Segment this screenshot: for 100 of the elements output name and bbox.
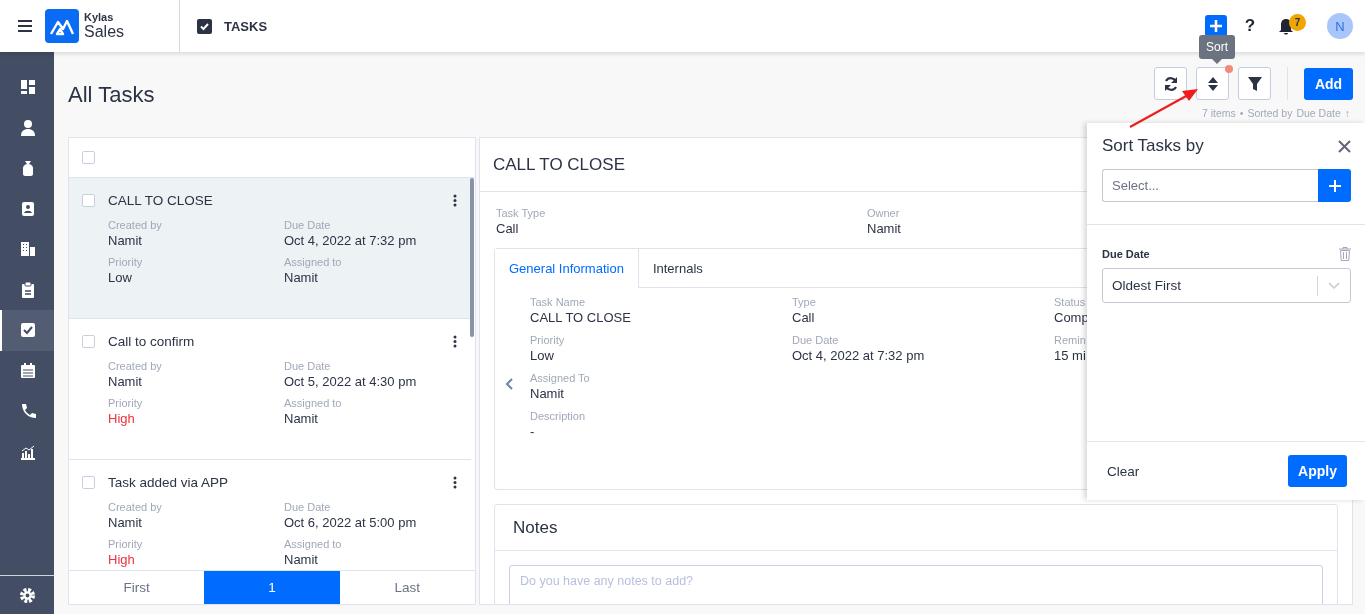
task-title: CALL TO CLOSE — [108, 193, 213, 208]
field-label: Due Date — [284, 501, 332, 513]
close-icon[interactable] — [1338, 139, 1351, 153]
bell-icon[interactable] — [1278, 18, 1294, 36]
sort-order-dropdown[interactable]: Oldest First — [1102, 268, 1351, 303]
dashboard-icon — [19, 78, 37, 97]
field-value: Namit — [108, 515, 143, 530]
field-value: High — [108, 552, 136, 567]
task-checkbox[interactable] — [82, 476, 95, 489]
sort-field: Due Date — [1296, 107, 1341, 119]
kebab-menu-icon[interactable] — [453, 476, 457, 489]
field-label: Priority — [108, 538, 144, 550]
panel-title: Sort Tasks by — [1102, 136, 1204, 156]
task-title: Call to confirm — [108, 334, 195, 349]
field-label: Created by — [108, 360, 163, 372]
page-title: All Tasks — [68, 81, 155, 108]
separator-dot: • — [1239, 107, 1244, 119]
field-value: Oct 6, 2022 at 5:00 pm — [284, 515, 418, 530]
field-label: Assigned to — [284, 256, 343, 268]
field-label: Priority — [108, 397, 144, 409]
apply-button[interactable]: Apply — [1288, 455, 1347, 487]
notes-input[interactable]: Do you have any notes to add? — [509, 565, 1323, 604]
field-value: Call — [496, 221, 520, 236]
help-button[interactable]: ? — [1240, 16, 1260, 36]
sort-field-select[interactable]: Select... — [1102, 169, 1318, 202]
calendar-icon — [19, 361, 37, 380]
filter-icon — [1246, 75, 1263, 92]
person-icon — [19, 118, 37, 137]
building-icon — [19, 240, 37, 259]
add-button[interactable]: Add — [1304, 67, 1353, 100]
item-count: 7 items — [1201, 107, 1236, 119]
sort-direction: ↑ — [1344, 107, 1350, 119]
field-label: Due Date — [792, 334, 840, 346]
field-value: Namit — [284, 552, 319, 567]
filter-button[interactable] — [1238, 67, 1271, 100]
field-value: Oct 5, 2022 at 4:30 pm — [284, 374, 418, 389]
create-button[interactable] — [1205, 15, 1227, 37]
field-value: Low — [530, 348, 555, 363]
task-card[interactable]: CALL TO CLOSE Created by Namit Due Date Oct 4, 2022 at 7:32 pm Priority Low Assigned to Namit — [69, 178, 471, 319]
field-value: Namit — [284, 411, 319, 426]
contact-card-icon — [19, 199, 37, 218]
checkbox-icon — [19, 321, 37, 340]
field-label: Assigned To — [530, 372, 591, 384]
select-all-checkbox[interactable] — [82, 151, 95, 164]
menu-icon[interactable] — [18, 20, 32, 32]
field-label: Owner — [867, 207, 901, 219]
field-label: Task Type — [496, 207, 547, 219]
settings-icon[interactable] — [18, 586, 36, 604]
field-label: Created by — [108, 501, 163, 513]
brand-name: Kylas — [84, 11, 115, 23]
field-label: Type — [792, 296, 817, 308]
task-checkbox[interactable] — [82, 335, 95, 348]
scrollbar-thumb[interactable] — [470, 178, 474, 337]
kebab-menu-icon[interactable] — [453, 335, 457, 348]
checkbox-icon — [197, 18, 212, 34]
field-label: Created by — [108, 219, 163, 231]
field-value: Namit — [284, 270, 319, 285]
field-value: - — [530, 424, 536, 439]
chevron-down-icon — [1328, 281, 1340, 290]
field-value: Low — [108, 270, 133, 285]
field-label: Due Date — [284, 360, 332, 372]
product-name: Sales — [84, 23, 126, 41]
field-label: Due Date — [284, 219, 332, 231]
kebab-menu-icon[interactable] — [453, 194, 457, 207]
field-label: Assigned to — [284, 538, 343, 550]
task-checkbox[interactable] — [82, 194, 95, 207]
chevron-left-icon[interactable] — [505, 377, 515, 390]
refresh-button[interactable] — [1154, 67, 1187, 100]
tab[interactable]: General Information — [495, 249, 639, 288]
field-label: Priority — [530, 334, 566, 346]
sort-criterion-label: Due Date — [1102, 248, 1150, 260]
notification-badge: 7 — [1289, 14, 1306, 31]
field-label: Status — [1054, 296, 1087, 308]
field-label: Assigned to — [284, 397, 343, 409]
field-value: 15 mi — [1054, 348, 1087, 363]
field-label: Description — [530, 410, 587, 422]
pagination-button[interactable]: 1 — [204, 571, 340, 604]
field-value: High — [108, 411, 136, 426]
field-label: Priority — [108, 256, 144, 268]
field-value: Oct 4, 2022 at 7:32 pm — [792, 348, 926, 363]
task-title: Task added via APP — [108, 475, 229, 490]
clipboard-icon — [19, 280, 37, 299]
plus-icon — [1210, 20, 1222, 32]
field-value: Namit — [867, 221, 902, 236]
notes-title: Notes — [495, 505, 1337, 551]
add-sort-button[interactable] — [1318, 169, 1351, 202]
refresh-icon — [1162, 75, 1179, 92]
clear-button[interactable]: Clear — [1101, 457, 1146, 485]
logo-icon — [45, 9, 79, 43]
phone-icon — [19, 402, 37, 421]
task-card[interactable]: Call to confirm Created by Namit Due Date Oct 5, 2022 at 4:30 pm Priority High Assigned to Namit — [69, 319, 471, 460]
plus-icon — [1328, 179, 1341, 192]
tooltip: Sort — [1199, 35, 1235, 59]
field-value: CALL TO CLOSE — [530, 310, 632, 325]
module-title: TASKS — [224, 18, 268, 34]
sidebar-item[interactable] — [0, 310, 54, 351]
field-value: Comp — [1054, 310, 1090, 325]
tooltip-pointer — [1212, 59, 1222, 64]
field-value: Call — [792, 310, 816, 325]
field-value: Oct 4, 2022 at 7:32 pm — [284, 233, 418, 248]
